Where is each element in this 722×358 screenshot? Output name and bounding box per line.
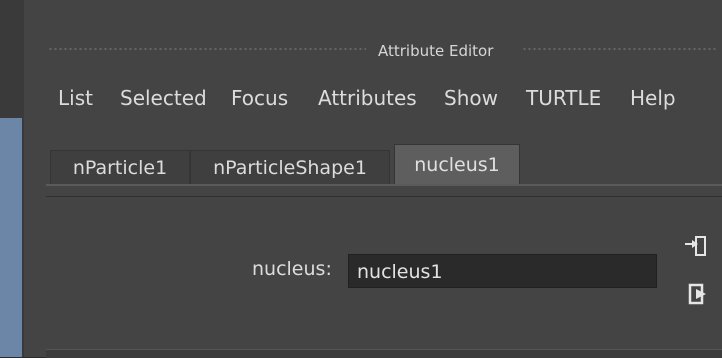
- tab-nparticleshape1[interactable]: nParticleShape1: [190, 150, 390, 184]
- title-grip-left[interactable]: [48, 47, 366, 51]
- tab-nparticle1[interactable]: nParticle1: [50, 150, 190, 184]
- node-name-label: nucleus:: [252, 258, 332, 280]
- menu-selected[interactable]: Selected: [120, 86, 207, 110]
- menu-list[interactable]: List: [58, 86, 93, 110]
- menu-attributes[interactable]: Attributes: [318, 86, 417, 110]
- left-edge-accent: [0, 118, 22, 357]
- menu-turtle[interactable]: TURTLE: [526, 86, 601, 110]
- tab-label: nucleus1: [414, 154, 500, 176]
- tab-label: nParticle1: [72, 157, 168, 179]
- tab-nucleus1[interactable]: nucleus1: [394, 144, 520, 184]
- content-divider: [46, 196, 722, 197]
- tab-label: nParticleShape1: [213, 157, 367, 179]
- input-connection-icon[interactable]: [683, 234, 711, 260]
- title-grip-right[interactable]: [522, 47, 718, 51]
- window-title: Attribute Editor: [378, 42, 494, 60]
- node-tabs: nParticle1 nParticleShape1 nucleus1: [46, 144, 722, 196]
- menu-help[interactable]: Help: [630, 86, 676, 110]
- menu-show[interactable]: Show: [444, 86, 498, 110]
- output-connection-icon[interactable]: [687, 282, 715, 308]
- node-name-field[interactable]: nucleus1: [348, 254, 657, 288]
- tab-underline: [46, 184, 722, 186]
- menu-focus[interactable]: Focus: [231, 86, 288, 110]
